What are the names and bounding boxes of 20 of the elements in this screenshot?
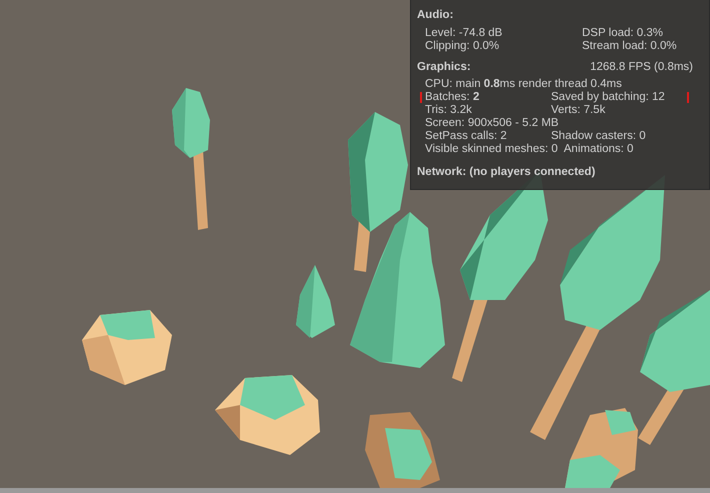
audio-heading: Audio: xyxy=(417,9,454,21)
stat-text: CPU: main 0.8ms render thread 0.4ms xyxy=(425,78,622,91)
stat-text: Animations: 0 xyxy=(564,143,634,156)
stat-text: Batches: 2 xyxy=(425,91,480,104)
stat-text: Stream load: 0.0% xyxy=(582,40,677,53)
stat-text: Screen: 900x506 - 5.2 MB xyxy=(425,117,559,130)
graphics-heading: Graphics: xyxy=(417,61,471,73)
stat-text: Level: -74.8 dB xyxy=(425,27,504,40)
stat-text: Saved by batching: 12 xyxy=(551,91,665,104)
network-heading: Network: (no players connected) xyxy=(417,166,596,178)
marker-icon xyxy=(420,92,422,103)
stat-text: SetPass calls: 2 xyxy=(425,130,508,143)
stat-text: Visible skinned meshes: 0 xyxy=(425,143,558,156)
stat-text: Shadow casters: 0 xyxy=(551,130,646,143)
stat-text: Tris: 3.2k xyxy=(425,104,473,117)
fps-text: 1268.8 FPS (0.8ms) xyxy=(590,61,693,73)
marker-icon xyxy=(687,92,689,103)
stat-text: Clipping: 0.0% xyxy=(425,40,500,53)
stat-text: DSP load: 0.3% xyxy=(582,27,663,40)
stat-text: Verts: 7.5k xyxy=(551,104,606,117)
